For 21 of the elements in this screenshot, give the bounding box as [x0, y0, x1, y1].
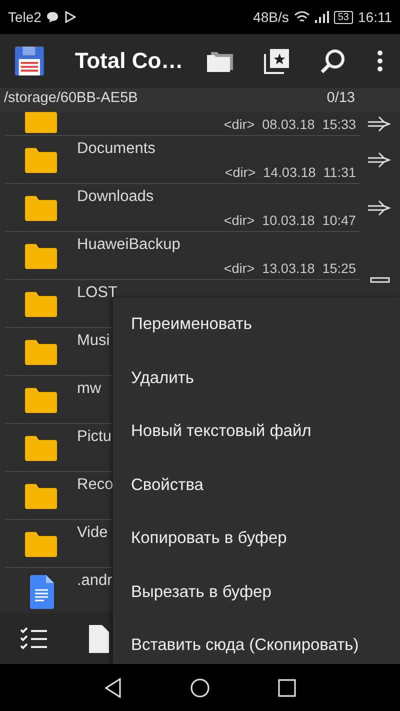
carrier-name: Tele2 — [8, 9, 42, 25]
file-name: Pictu — [77, 428, 112, 446]
current-path: /storage/60BB-AE5B — [4, 90, 138, 108]
file-info: <dir> 10.03.18 10:47 — [224, 213, 356, 228]
file-name: Downloads — [77, 188, 154, 206]
file-name: .andr — [77, 572, 112, 590]
selection-count: 0/13 — [326, 90, 355, 108]
battery-indicator: 53 — [334, 10, 353, 24]
file-name: LOST — [77, 284, 118, 302]
network-speed: 48B/s — [253, 9, 289, 25]
file-name: Vide — [77, 524, 108, 542]
file-info: <dir> 14.03.18 11:31 — [224, 165, 356, 180]
clock: 16:11 — [358, 9, 392, 25]
file-name: HuaweiBackup — [77, 236, 180, 254]
file-name: Musi — [77, 332, 110, 350]
file-name: Reco — [77, 476, 114, 494]
file-info: <dir> 13.03.18 15:25 — [224, 261, 356, 276]
file-name: Documents — [77, 140, 156, 158]
app-title: Total Co… — [74, 48, 184, 74]
file-info: <dir> 08.03.18 15:33 — [224, 117, 356, 132]
file-name: mw — [77, 380, 102, 398]
